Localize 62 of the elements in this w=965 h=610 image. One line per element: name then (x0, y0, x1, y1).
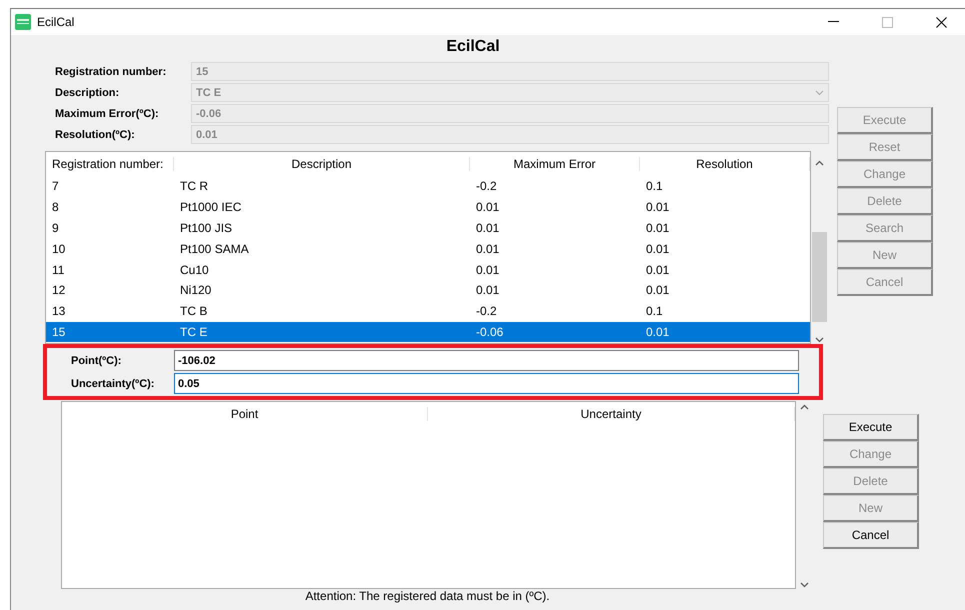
table-cell-text: 0.01 (475, 220, 500, 235)
input-field[interactable]: -106.02 (174, 350, 799, 371)
table-cell-text: Pt100 JIS (179, 220, 234, 235)
column-header[interactable]: Uncertainty (428, 407, 795, 421)
table-row[interactable]: 15 TC E -0.06 0.01 (46, 322, 810, 342)
field-label: Resolution(ºC): (55, 128, 136, 140)
table-cell-text: 0.01 (645, 283, 670, 298)
table-cell-text: 0.01 (645, 262, 670, 277)
table-cell-text: 0.01 (645, 242, 670, 256)
column-header[interactable]: Point (62, 407, 428, 421)
table-cell-text: Cu10 (179, 262, 210, 277)
table-cell-text: 0.01 (475, 242, 500, 256)
field-label: Registration number: (55, 66, 168, 78)
field-label: Point(ºC): (70, 354, 122, 366)
table-cell-text: 0.01 (645, 220, 670, 235)
table-cell-text: 13 (51, 304, 66, 318)
input-field[interactable]: 0.05 (174, 373, 799, 394)
table-cell-text: 10 (51, 242, 66, 256)
table-cell-text: 8 (51, 200, 60, 214)
table-cell-text: -0.2 (475, 179, 498, 194)
table-cell-text: 0.01 (645, 200, 670, 214)
maximize-icon (882, 16, 892, 28)
scroll-up-icon[interactable] (815, 160, 824, 166)
table-cell-text: 12 (51, 283, 66, 298)
table-cell-text: 0.1 (645, 179, 664, 194)
column-header[interactable]: Maximum Error (470, 157, 640, 171)
scroll-thumb[interactable] (812, 232, 827, 322)
action-button[interactable]: Execute (823, 414, 919, 441)
table-cell-text: 0.01 (645, 324, 670, 339)
table-cell-text: 11 (51, 262, 66, 277)
minimize-icon (828, 21, 838, 23)
table-cell-text: 0.1 (645, 304, 664, 318)
scroll-down-icon[interactable] (815, 337, 824, 343)
table-cell-text: Ni120 (179, 283, 212, 298)
close-icon (936, 16, 946, 28)
window-title: EcilCal (37, 15, 76, 29)
table-cell-text: -0.06 (475, 324, 504, 339)
scroll-down-icon[interactable] (800, 582, 809, 588)
table-cell-text: 0.01 (475, 283, 500, 298)
table-cell-text: 7 (51, 179, 60, 194)
table-cell-text: Pt1000 IEC (179, 200, 242, 214)
app-heading: EcilCal (445, 37, 501, 57)
table-cell-text: TC B (179, 304, 208, 318)
app-logo-icon (15, 14, 31, 30)
field-label: Uncertainty(ºC): (70, 378, 156, 390)
table-cell-text: 0.01 (475, 262, 500, 277)
scroll-up-icon[interactable] (800, 404, 809, 410)
action-button[interactable]: Cancel (823, 522, 919, 549)
table-cell-text: TC E (179, 324, 208, 339)
column-header[interactable]: Registration number: (46, 157, 174, 171)
note-text: Attention: The registered data must be in (ºC). (304, 590, 551, 603)
table-cell-text: Pt100 SAMA (179, 242, 250, 256)
chevron-down-icon (815, 90, 824, 96)
field-label: Maximum Error(ºC): (55, 108, 160, 120)
table-cell-text: 0.01 (475, 200, 500, 214)
column-header[interactable]: Resolution (640, 157, 810, 171)
table-cell-text: -0.2 (475, 304, 498, 318)
table-cell-text: TC R (179, 179, 209, 194)
field-label: Description: (55, 86, 120, 98)
table-cell-text: 15 (51, 324, 66, 339)
column-header[interactable]: Description (174, 157, 470, 171)
table-cell-text: 9 (51, 220, 60, 235)
